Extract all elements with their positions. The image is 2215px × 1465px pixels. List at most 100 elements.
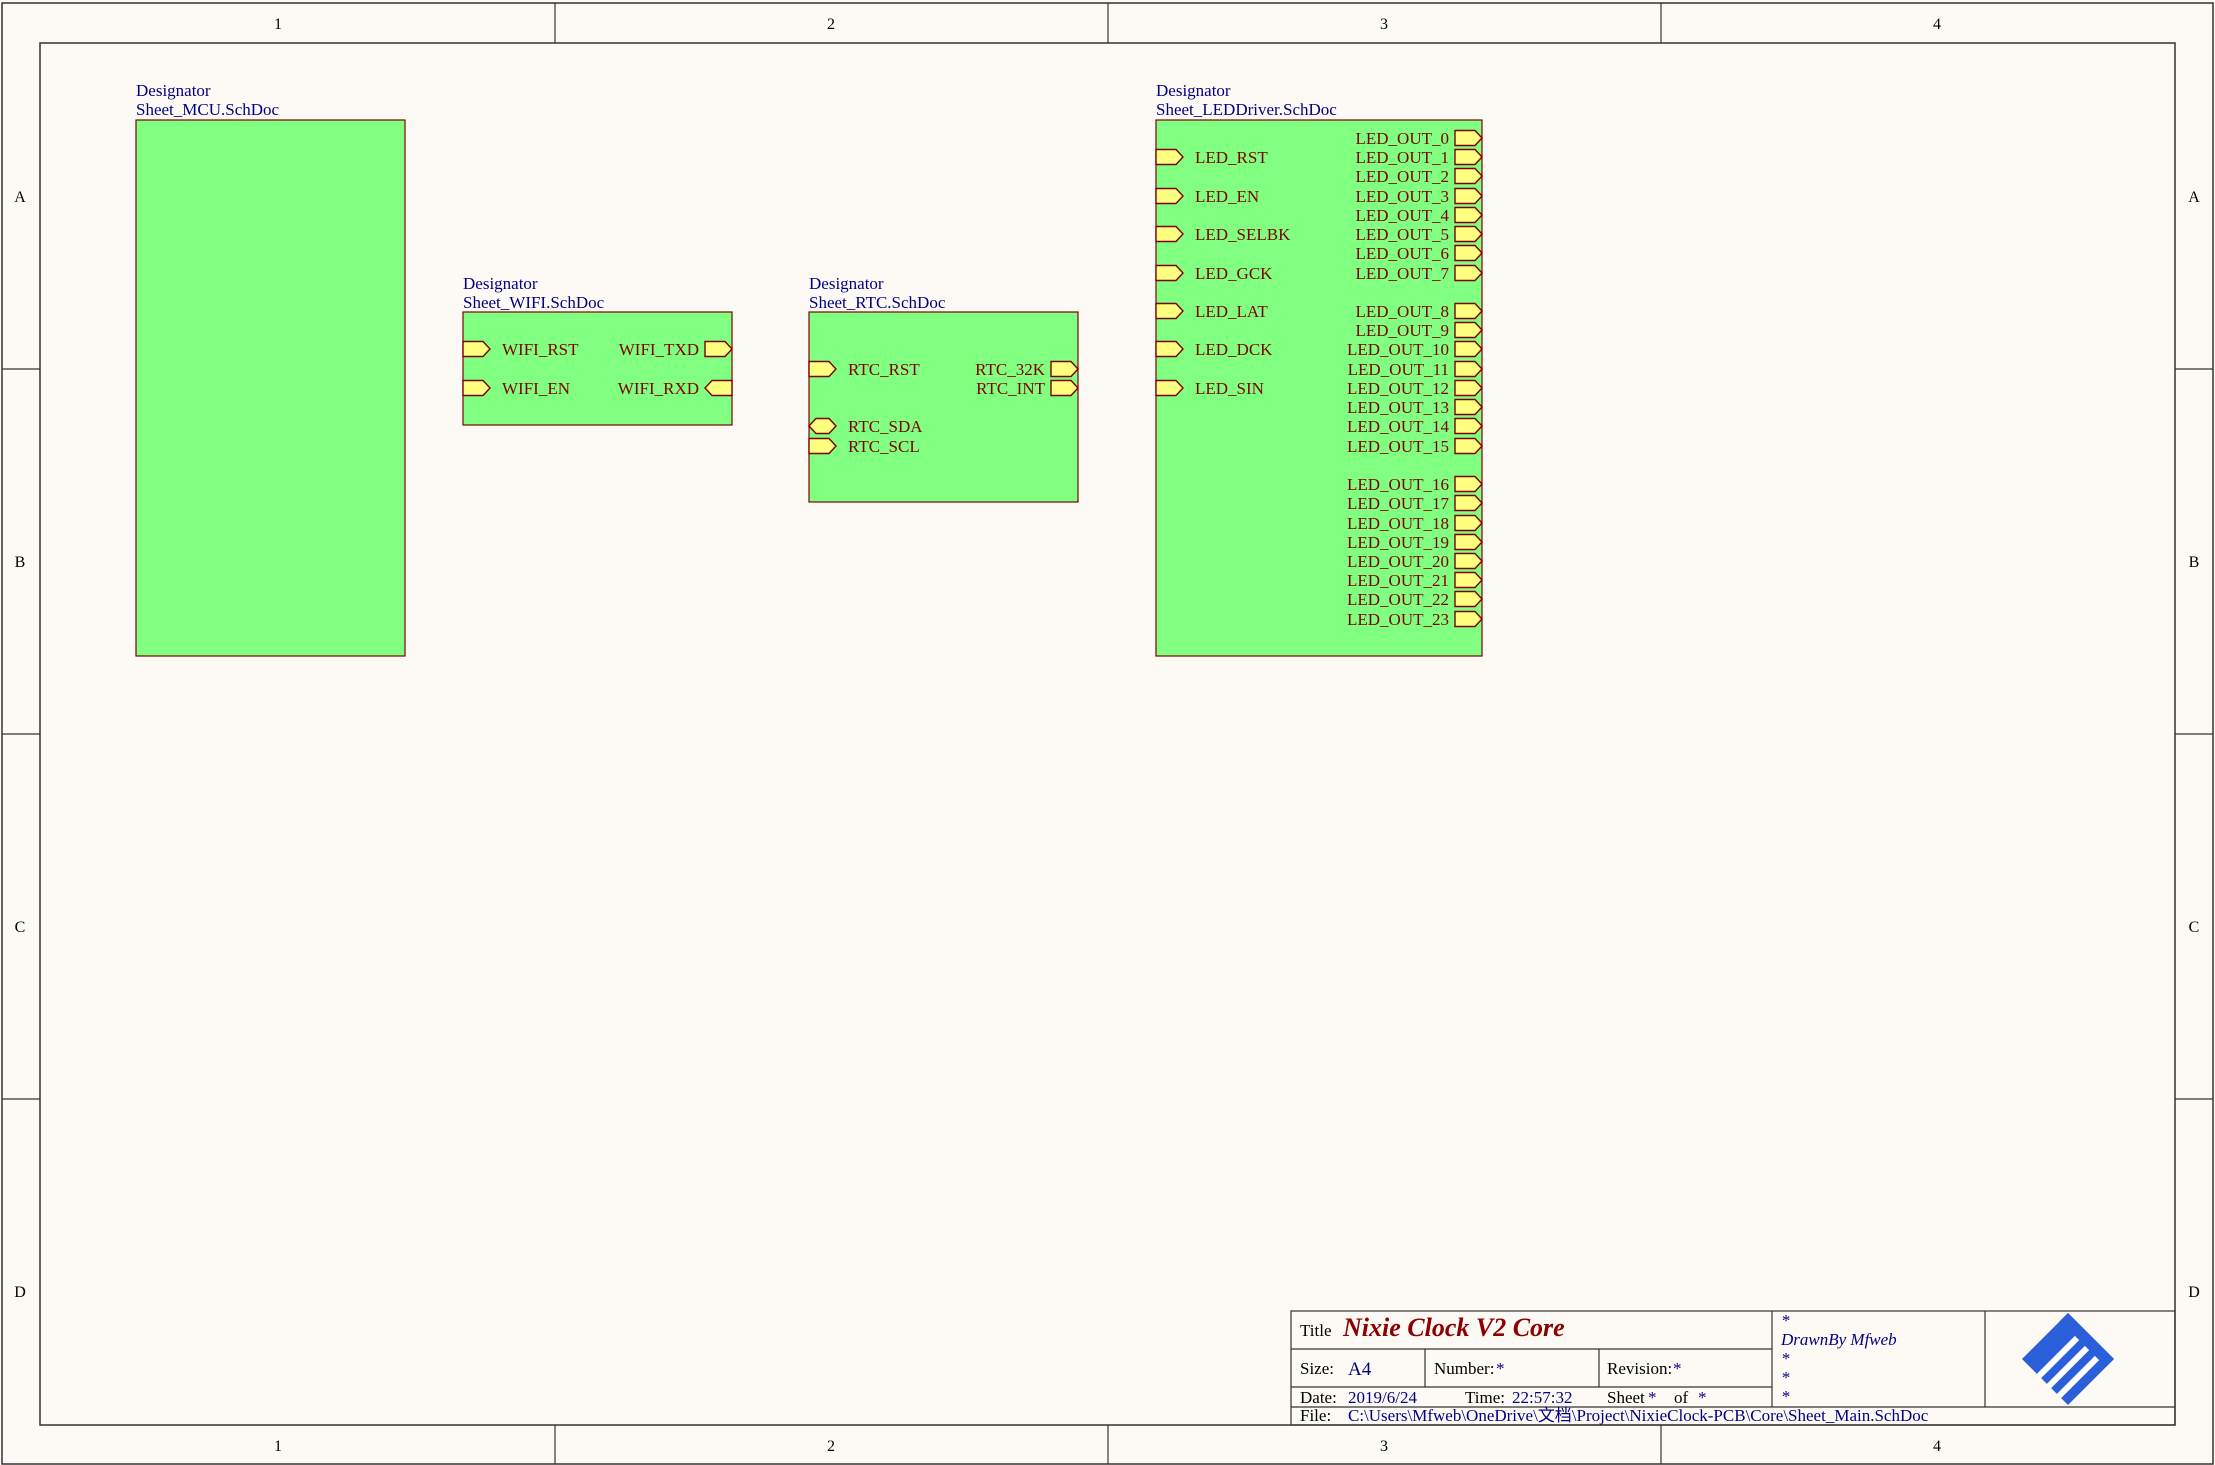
sheet-entry-label: LED_EN xyxy=(1195,187,1259,206)
sheet-entry-led-selbk[interactable]: LED_SELBK xyxy=(1155,225,1291,244)
port-arrow-icon xyxy=(1155,225,1184,243)
zone-row-b-left: B xyxy=(15,554,26,571)
sheet-entry-label: LED_OUT_16 xyxy=(1347,475,1449,494)
sheet-entry-led-out-8[interactable]: LED_OUT_8 xyxy=(1356,302,1483,321)
sheet-entry-label: RTC_32K xyxy=(975,360,1046,379)
sheet-entry-led-out-16[interactable]: LED_OUT_16 xyxy=(1347,475,1483,494)
sheet-entry-wifi-rst[interactable]: WIFI_RST xyxy=(462,340,579,359)
sheet-entry-label: LED_OUT_10 xyxy=(1347,340,1449,359)
port-arrow-icon xyxy=(1155,148,1184,166)
title-label: Title xyxy=(1300,1321,1332,1340)
port-arrow-icon xyxy=(1454,264,1483,282)
sheet-entry-label: LED_OUT_18 xyxy=(1347,514,1449,533)
port-arrow-icon xyxy=(1155,302,1184,320)
port-arrow-icon xyxy=(808,360,837,378)
sheet-entry-led-en[interactable]: LED_EN xyxy=(1155,187,1259,206)
sheet-filename: Sheet_RTC.SchDoc xyxy=(809,293,946,312)
sheet-entry-led-out-14[interactable]: LED_OUT_14 xyxy=(1347,417,1483,436)
sheet-entry-rtc-int[interactable]: RTC_INT xyxy=(976,379,1079,398)
sheet-entry-led-out-18[interactable]: LED_OUT_18 xyxy=(1347,514,1483,533)
designator-label: Designator xyxy=(1156,81,1231,100)
sheet-entry-label: LED_OUT_8 xyxy=(1356,302,1449,321)
sheet-entry-led-out-7[interactable]: LED_OUT_7 xyxy=(1356,264,1483,283)
sheet-entry-led-out-0[interactable]: LED_OUT_0 xyxy=(1356,129,1483,148)
revision-value: * xyxy=(1673,1359,1682,1378)
size-value: A4 xyxy=(1348,1359,1372,1380)
file-path: C:\Users\Mfweb\OneDrive\文档\Project\Nixie… xyxy=(1348,1406,1929,1425)
sheet-entry-label: LED_OUT_4 xyxy=(1356,206,1450,225)
sheet-entry-led-gck[interactable]: LED_GCK xyxy=(1155,264,1273,283)
sheet-entry-label: LED_RST xyxy=(1195,148,1268,167)
sheet-entry-led-out-1[interactable]: LED_OUT_1 xyxy=(1356,148,1483,167)
sheet-entry-label: LED_OUT_5 xyxy=(1356,225,1449,244)
sheet-entry-label: LED_LAT xyxy=(1195,302,1268,321)
zone-row-b-right: B xyxy=(2189,554,2200,571)
sheet-entry-led-out-3[interactable]: LED_OUT_3 xyxy=(1356,187,1483,206)
sheet-entry-label: LED_OUT_9 xyxy=(1356,321,1449,340)
sheet-entry-rtc-sda[interactable]: RTC_SDA xyxy=(808,417,923,436)
sheet-entry-label: LED_GCK xyxy=(1195,264,1273,283)
zone-col-3-top: 3 xyxy=(1380,16,1388,33)
port-arrow-icon xyxy=(1454,340,1483,358)
sheet-entry-led-out-9[interactable]: LED_OUT_9 xyxy=(1356,321,1483,340)
zone-row-a-left: A xyxy=(14,189,26,206)
sheet-symbol-mcu[interactable]: Designator Sheet_MCU.SchDoc xyxy=(135,81,406,657)
designator-label: Designator xyxy=(136,81,211,100)
sheet-filename: Sheet_LEDDriver.SchDoc xyxy=(1156,100,1337,119)
sheet-entry-led-out-12[interactable]: LED_OUT_12 xyxy=(1347,379,1483,398)
zone-col-2-top: 2 xyxy=(827,16,835,33)
port-arrow-icon xyxy=(704,340,733,358)
sheet-entry-led-rst[interactable]: LED_RST xyxy=(1155,148,1268,167)
zone-row-c-left: C xyxy=(15,919,26,936)
port-arrow-icon xyxy=(808,437,837,455)
sheet-entry-rtc-scl[interactable]: RTC_SCL xyxy=(808,437,920,456)
sheet-entry-led-out-13[interactable]: LED_OUT_13 xyxy=(1347,398,1483,417)
sheet-entry-led-sin[interactable]: LED_SIN xyxy=(1155,379,1264,398)
sheet-entry-label: WIFI_RXD xyxy=(618,379,699,398)
port-arrow-icon xyxy=(704,379,733,397)
sheet-entry-led-out-4[interactable]: LED_OUT_4 xyxy=(1356,206,1483,225)
sheet-entry-led-out-20[interactable]: LED_OUT_20 xyxy=(1347,552,1483,571)
sheet-entry-rtc-rst[interactable]: RTC_RST xyxy=(808,360,920,379)
sheet-entry-led-out-15[interactable]: LED_OUT_15 xyxy=(1347,437,1483,456)
sheet-entry-rtc-32k[interactable]: RTC_32K xyxy=(975,360,1079,379)
sheet-body[interactable] xyxy=(808,311,1079,503)
sheet-body[interactable] xyxy=(462,311,733,426)
zone-row-d-right: D xyxy=(2188,1284,2200,1301)
time-value: 22:57:32 xyxy=(1512,1388,1572,1407)
sheet-entry-led-lat[interactable]: LED_LAT xyxy=(1155,302,1268,321)
sheet-entry-led-out-2[interactable]: LED_OUT_2 xyxy=(1356,167,1483,186)
sheet-entry-led-out-6[interactable]: LED_OUT_6 xyxy=(1356,244,1483,263)
date-label: Date: xyxy=(1300,1388,1337,1407)
sheet-entry-label: LED_OUT_23 xyxy=(1347,610,1449,629)
sheet-entry-label: RTC_SDA xyxy=(848,417,923,436)
port-arrow-icon xyxy=(1454,225,1483,243)
sheet-entry-label: LED_OUT_2 xyxy=(1356,167,1449,186)
sheet-filename: Sheet_WIFI.SchDoc xyxy=(463,293,605,312)
sheet-entry-led-out-19[interactable]: LED_OUT_19 xyxy=(1347,533,1483,552)
sheet-entry-label: LED_OUT_15 xyxy=(1347,437,1449,456)
zone-col-4-bottom: 4 xyxy=(1933,1438,1941,1455)
port-arrow-icon xyxy=(808,417,837,435)
sheet-entry-wifi-txd[interactable]: WIFI_TXD xyxy=(619,340,733,359)
sheet-entry-led-out-17[interactable]: LED_OUT_17 xyxy=(1347,494,1483,513)
sheet-entry-label: WIFI_RST xyxy=(502,340,579,359)
sheet-entry-label: RTC_SCL xyxy=(848,437,920,456)
sheet-body[interactable] xyxy=(135,119,406,657)
zone-row-a-right: A xyxy=(2188,189,2200,206)
sheet-entry-wifi-en[interactable]: WIFI_EN xyxy=(462,379,570,398)
sheet-entry-led-out-21[interactable]: LED_OUT_21 xyxy=(1347,571,1483,590)
sheet-entry-led-out-23[interactable]: LED_OUT_23 xyxy=(1347,610,1483,629)
sheet-entry-led-out-5[interactable]: LED_OUT_5 xyxy=(1356,225,1483,244)
port-arrow-icon xyxy=(1454,187,1483,205)
zone-col-4-top: 4 xyxy=(1933,16,1941,33)
sheet-entry-led-out-10[interactable]: LED_OUT_10 xyxy=(1347,340,1483,359)
sheet-entry-led-dck[interactable]: LED_DCK xyxy=(1155,340,1273,359)
sheet-entry-led-out-22[interactable]: LED_OUT_22 xyxy=(1347,590,1483,609)
sheet-entry-label: LED_OUT_17 xyxy=(1347,494,1449,513)
sheet-entry-wifi-rxd[interactable]: WIFI_RXD xyxy=(618,379,733,398)
port-arrow-icon xyxy=(1454,244,1483,262)
sheet-entry-led-out-11[interactable]: LED_OUT_11 xyxy=(1348,360,1483,379)
zone-col-1-top: 1 xyxy=(274,16,282,33)
sheet-entry-label: LED_OUT_14 xyxy=(1347,417,1449,436)
